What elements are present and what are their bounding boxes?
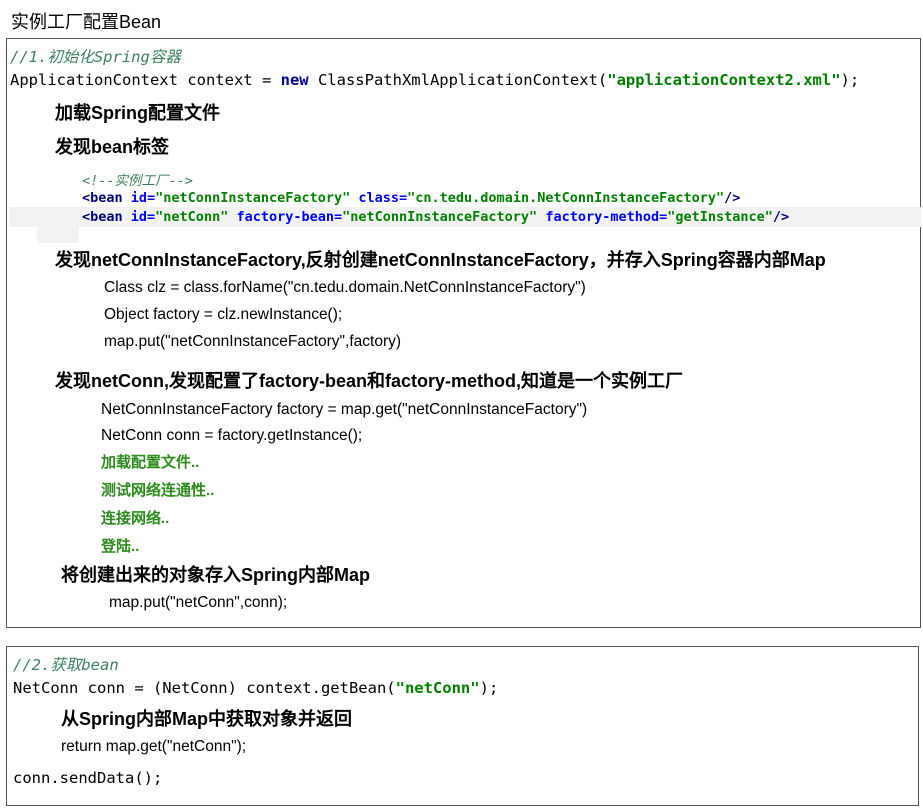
context-end: ); bbox=[840, 71, 860, 89]
netconn-code-line: NetConnInstanceFactory factory = map.get… bbox=[101, 401, 588, 418]
init-comment: //1.初始化Spring容器 bbox=[10, 48, 181, 66]
page-title: 实例工厂配置Bean bbox=[11, 12, 162, 32]
output-line: 连接网络.. bbox=[101, 510, 170, 527]
output-line: 测试网络连通性.. bbox=[101, 482, 215, 499]
xml-attr: class= bbox=[350, 190, 408, 206]
step-find-netconn: 发现netConn,发现配置了factory-bean和factory-meth… bbox=[55, 371, 684, 391]
get-bean-string: "netConn" bbox=[395, 679, 480, 697]
step-find-bean: 发现bean标签 bbox=[55, 137, 170, 157]
step-get-from-map: 从Spring内部Map中获取对象并返回 bbox=[61, 709, 352, 729]
step-reflect-factory: 发现netConnInstanceFactory,反射创建netConnInst… bbox=[55, 250, 826, 270]
step-store-map: 将创建出来的对象存入Spring内部Map bbox=[61, 565, 370, 585]
context-file-string: "applicationContext2.xml" bbox=[607, 71, 841, 89]
xml-value: "getInstance" bbox=[667, 209, 773, 225]
get-bean-comment: //2.获取bean bbox=[13, 656, 119, 674]
xml-tag-open: <bean bbox=[82, 209, 131, 225]
init-container-box: //1.初始化Spring容器 ApplicationContext conte… bbox=[6, 38, 921, 628]
send-data-code-line: conn.sendData(); bbox=[13, 769, 163, 787]
get-bean-box: //2.获取bean NetConn conn = (NetConn) cont… bbox=[6, 646, 919, 806]
get-bean-end: ); bbox=[479, 679, 499, 697]
reflect-code-line: Class clz = class.forName("cn.tedu.domai… bbox=[104, 279, 586, 296]
store-code-line: map.put("netConn",conn); bbox=[109, 594, 288, 611]
xml-tag-close: /> bbox=[772, 209, 790, 225]
netconn-code-line: NetConn conn = factory.getInstance(); bbox=[101, 427, 363, 444]
xml-value: "cn.tedu.domain.NetConnInstanceFactory" bbox=[407, 190, 725, 206]
reflect-code-line: Object factory = clz.newInstance(); bbox=[104, 306, 343, 323]
xml-tag-close: /> bbox=[724, 190, 741, 206]
new-keyword: new bbox=[280, 71, 309, 89]
xml-attr: id= bbox=[130, 190, 156, 206]
output-line: 登陆.. bbox=[101, 538, 140, 555]
xml-value: "netConnInstanceFactory" bbox=[342, 209, 538, 225]
xml-attr: id= bbox=[130, 209, 156, 225]
xml-tag-open: <bean bbox=[82, 190, 131, 206]
xml-value: "netConnInstanceFactory" bbox=[155, 190, 351, 206]
xml-attr: factory-method= bbox=[537, 209, 668, 225]
context-decl: ApplicationContext context = bbox=[10, 71, 281, 89]
output-line: 加载配置文件.. bbox=[101, 454, 200, 471]
context-class: ClassPathXmlApplicationContext( bbox=[308, 71, 608, 89]
xml-comment: <!--实例工厂--> bbox=[82, 173, 193, 189]
reflect-code-line: map.put("netConnInstanceFactory",factory… bbox=[104, 333, 402, 350]
xml-value: "netConn" bbox=[155, 209, 229, 225]
get-bean-code-line: NetConn conn = (NetConn) context.getBean… bbox=[13, 679, 498, 697]
return-code-line: return map.get("netConn"); bbox=[61, 738, 247, 755]
context-code-line: ApplicationContext context = new ClassPa… bbox=[10, 71, 859, 89]
xml-attr: factory-bean= bbox=[228, 209, 343, 225]
xml-bean-netconn: <bean id="netConn" factory-bean="netConn… bbox=[82, 209, 789, 225]
step-load-config: 加载Spring配置文件 bbox=[55, 103, 220, 123]
xml-bean-factory: <bean id="netConnInstanceFactory" class=… bbox=[82, 190, 740, 206]
get-bean-call: NetConn conn = (NetConn) context.getBean… bbox=[13, 679, 396, 697]
highlight-band bbox=[37, 225, 79, 243]
